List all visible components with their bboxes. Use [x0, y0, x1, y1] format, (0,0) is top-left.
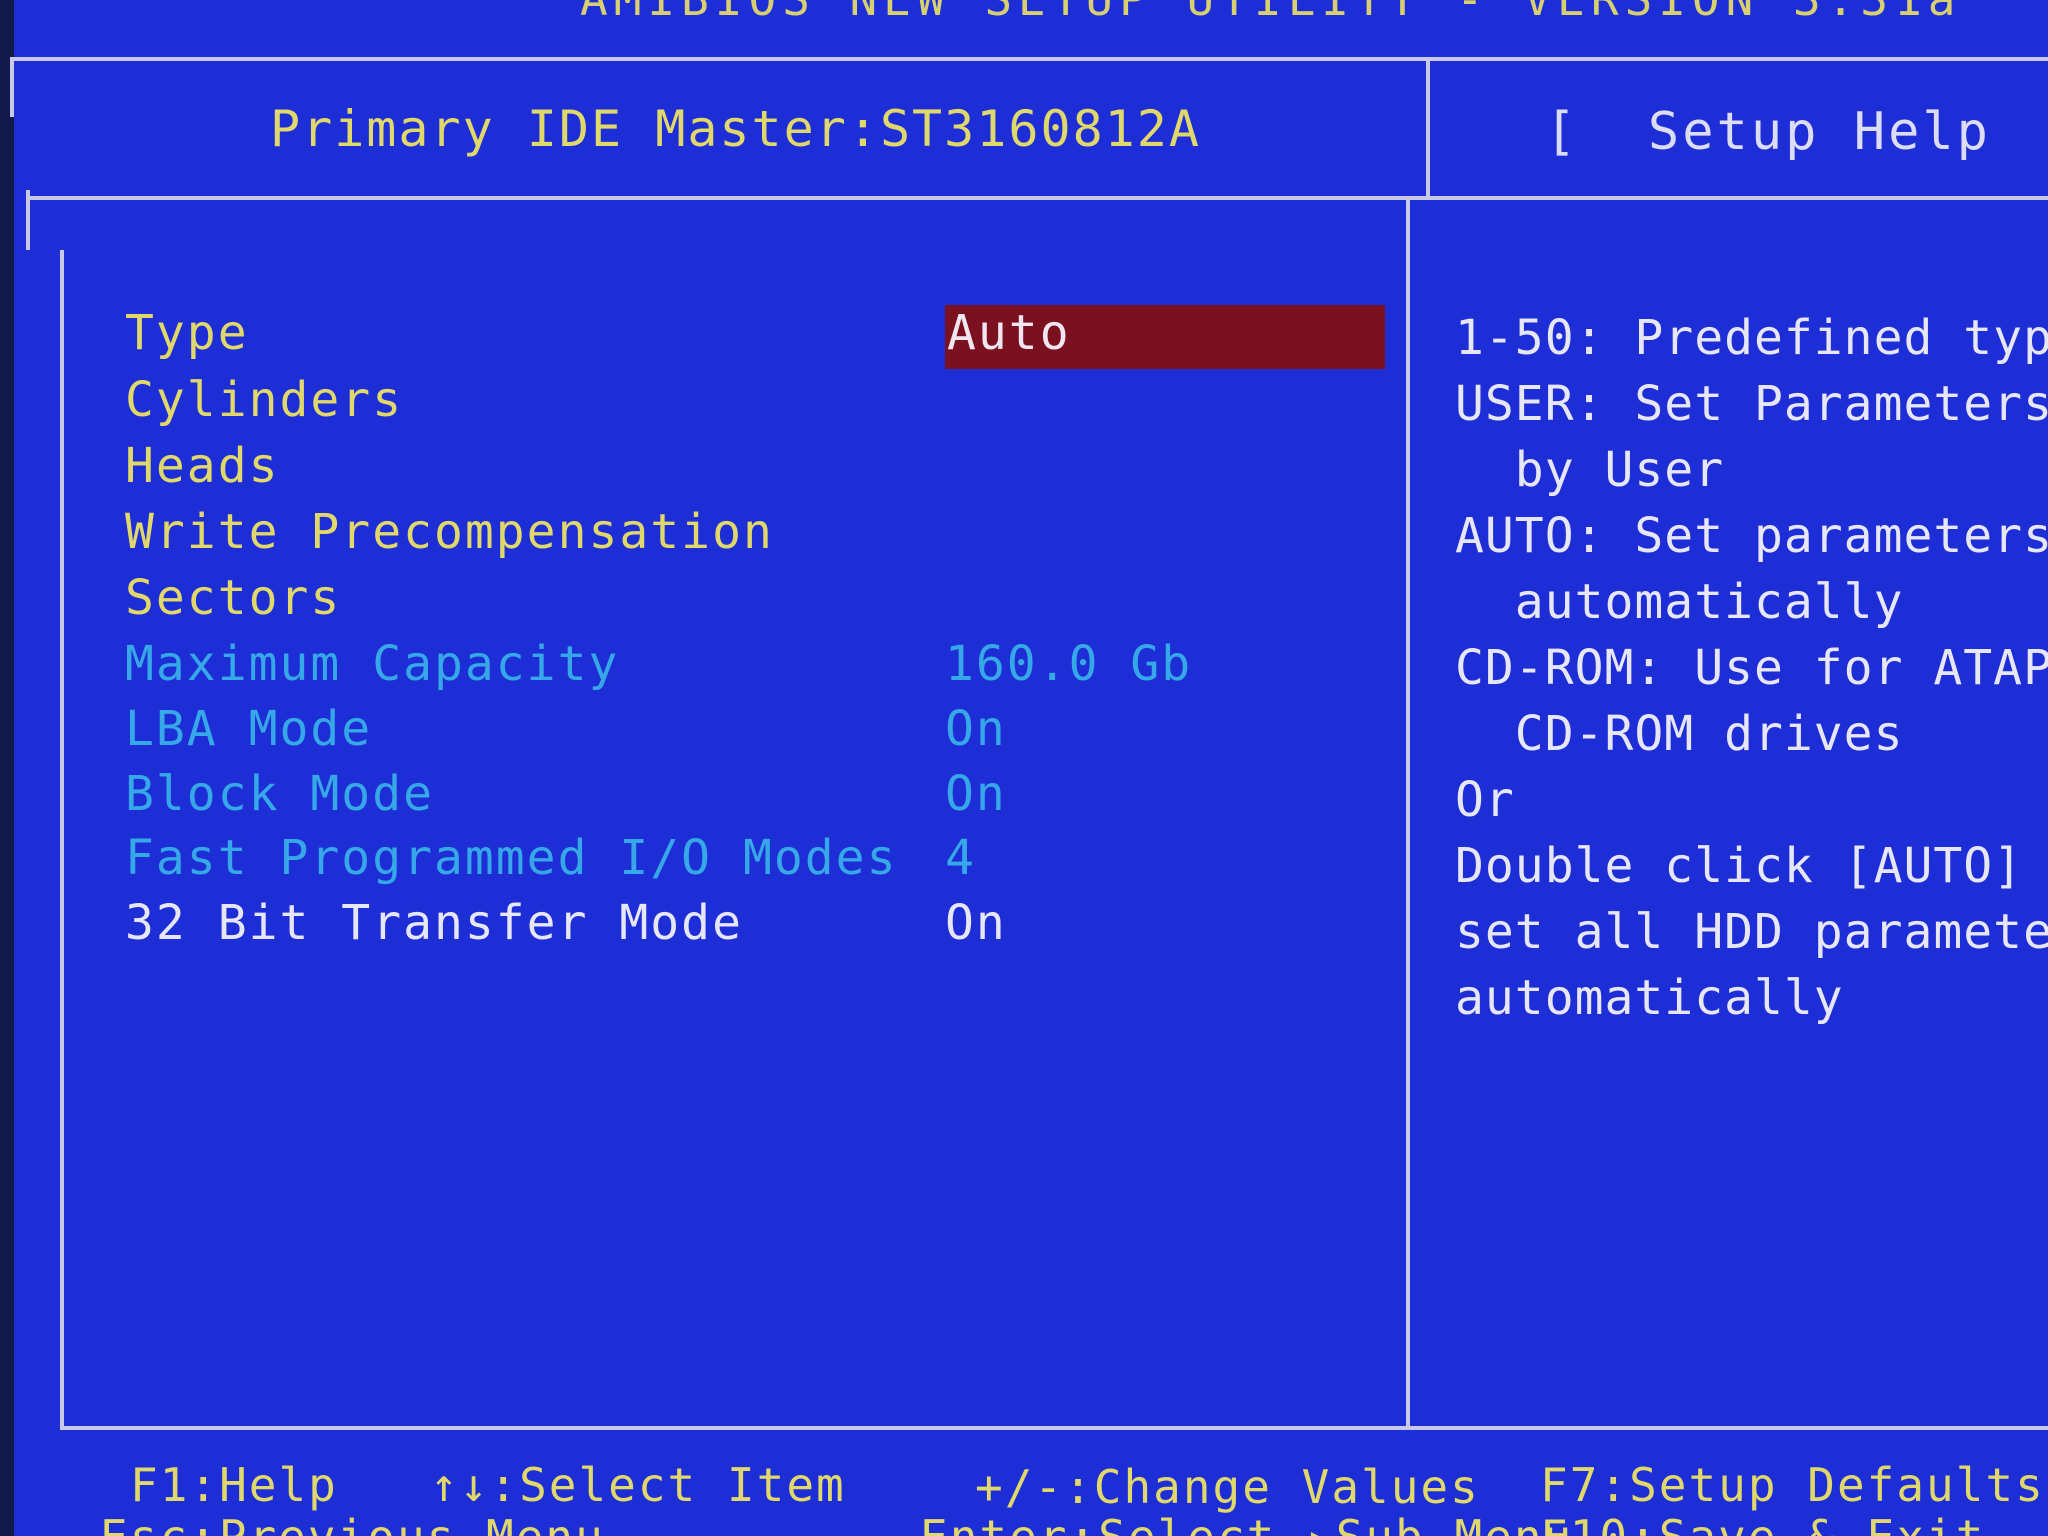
help-line: Or — [1455, 772, 1515, 828]
help-line: set all HDD parameters — [1455, 904, 2048, 960]
setting-label: 32 Bit Transfer Mode — [125, 895, 743, 951]
help-line: CD-ROM drives — [1455, 706, 1904, 762]
bios-screen: AMIBIOS NEW SETUP UTILITY - VERSION 3.31… — [0, 0, 2048, 1536]
setting-row-block-mode: Block Mode On — [0, 766, 1400, 828]
frame-header-divider — [26, 196, 2048, 200]
help-line: Double click [AUTO] to — [1455, 838, 2048, 894]
key-change-values: +/-:Change Values — [975, 1460, 1480, 1514]
setting-label: Sectors — [125, 570, 342, 626]
setting-value-readonly: 4 — [945, 830, 976, 886]
setting-row-write-precompensation[interactable]: Write Precompensation — [0, 504, 1400, 566]
setting-label: Fast Programmed I/O Modes — [125, 830, 898, 886]
setting-label: Block Mode — [125, 766, 434, 822]
help-line: USER: Set Parameters — [1455, 376, 2048, 432]
setting-label: Cylinders — [125, 372, 404, 428]
setting-row-sectors[interactable]: Sectors — [0, 570, 1400, 632]
setting-value[interactable]: On — [945, 895, 1007, 951]
setting-label: Write Precompensation — [125, 504, 774, 560]
help-line: CD-ROM: Use for ATAPI — [1455, 640, 2048, 696]
help-line: automatically — [1455, 970, 1844, 1026]
key-select-item: ↑↓:Select Item — [430, 1458, 846, 1512]
setting-label: LBA Mode — [125, 701, 373, 757]
frame-bottom — [60, 1426, 2048, 1430]
setting-row-32bit-transfer[interactable]: 32 Bit Transfer Mode On — [0, 895, 1400, 957]
setting-value-readonly: On — [945, 766, 1007, 822]
frame-column-divider — [1406, 200, 1410, 1430]
setting-row-fast-programmed-io: Fast Programmed I/O Modes 4 — [0, 830, 1400, 892]
setup-help-panel: 1-50: Predefined types USER: Set Paramet… — [1455, 305, 2048, 1031]
help-line: automatically — [1455, 574, 1904, 630]
key-legend-footer: F1:Help ↑↓:Select Item +/-:Change Values… — [0, 1440, 2048, 1536]
help-panel-title: [ Setup Help ] — [1545, 102, 2048, 162]
setting-value-readonly: On — [945, 701, 1007, 757]
key-previous-menu: Esc:Previous Menu — [100, 1510, 605, 1536]
setting-row-type[interactable]: Type Auto — [0, 305, 1400, 369]
frame-top — [10, 57, 2048, 61]
setting-label: Maximum Capacity — [125, 636, 620, 692]
help-line: AUTO: Set parameters — [1455, 508, 2048, 564]
setting-row-maximum-capacity: Maximum Capacity 160.0 Gb — [0, 636, 1400, 698]
setting-row-heads[interactable]: Heads — [0, 438, 1400, 500]
setting-value-readonly: 160.0 Gb — [945, 636, 1193, 692]
bios-title: AMIBIOS NEW SETUP UTILITY - VERSION 3.31… — [580, 0, 1961, 26]
frame-column-divider-top — [1426, 57, 1430, 200]
help-line: by User — [1455, 442, 1725, 498]
setting-label: Type — [125, 305, 249, 361]
key-help: F1:Help — [130, 1458, 338, 1512]
setting-row-cylinders[interactable]: Cylinders — [0, 372, 1400, 434]
frame-left-outer — [10, 57, 14, 117]
key-select-submenu: Enter:Select ▸Sub Menu — [920, 1510, 1573, 1536]
help-line: 1-50: Predefined types — [1455, 310, 2048, 366]
setting-label: Heads — [125, 438, 280, 494]
key-save-exit: F10:Save & Exit — [1540, 1510, 1985, 1536]
setting-row-lba-mode: LBA Mode On — [0, 701, 1400, 763]
setting-value-selected[interactable]: Auto — [945, 305, 1385, 369]
key-setup-defaults: F7:Setup Defaults — [1540, 1458, 2045, 1512]
device-title: Primary IDE Master:ST3160812A — [270, 100, 1201, 158]
